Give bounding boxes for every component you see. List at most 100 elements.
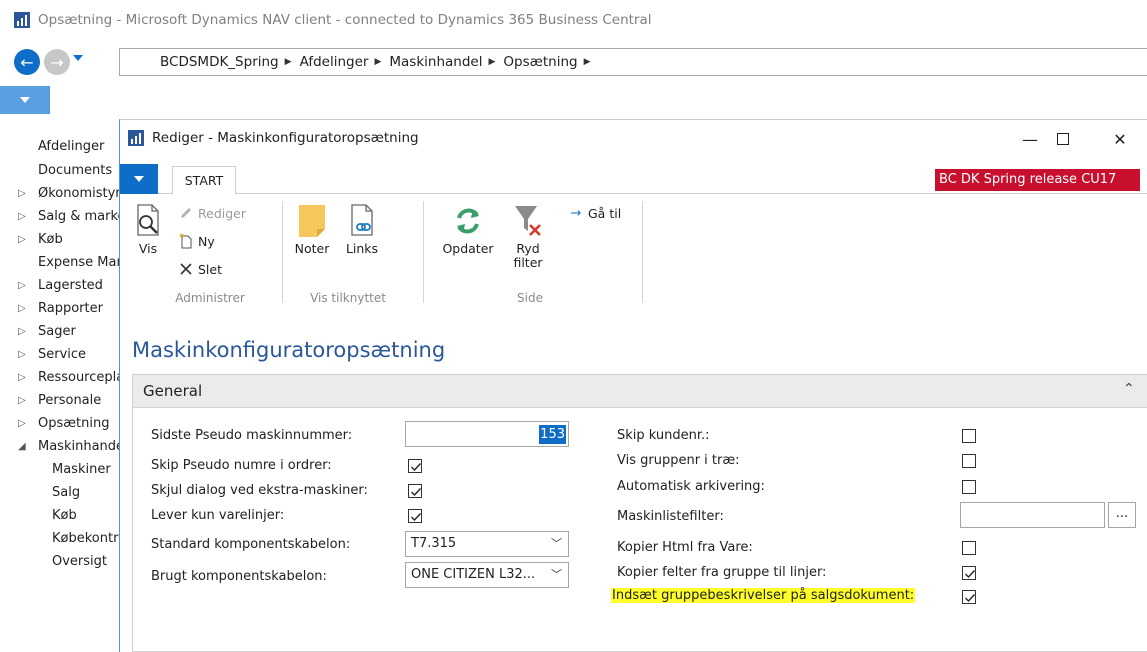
sidebar-item-personale[interactable]: ▷ Personale <box>0 390 120 412</box>
sidebar-item-label: Oversigt <box>52 554 108 569</box>
sidebar-item-expense-management[interactable]: Expense Management <box>38 252 120 274</box>
breadcrumb-item[interactable]: Opsætning <box>503 54 577 70</box>
breadcrumb: BCDSMDK_Spring ▶ Afdelinger ▶ Maskinhandel… <box>119 48 1147 76</box>
expand-arrow-icon[interactable]: ▷ <box>18 298 26 320</box>
label-skjul-dialog: Skjul dialog ved ekstra-maskiner: <box>151 483 368 498</box>
vis-gruppenr-checkbox[interactable] <box>962 454 976 468</box>
breadcrumb-separator-icon[interactable]: ▶ <box>488 57 495 67</box>
sidste-pseudo-input[interactable]: 153 <box>405 421 569 447</box>
expand-arrow-icon[interactable]: ▷ <box>18 390 26 412</box>
sidebar-item-kob[interactable]: ▷ Køb <box>0 229 120 251</box>
close-button[interactable]: ✕ <box>1105 126 1135 152</box>
expand-arrow-icon[interactable]: ▷ <box>18 183 26 205</box>
sidebar-item-sager[interactable]: ▷ Sager <box>0 321 120 343</box>
ryd-filter-label: filter <box>513 255 543 270</box>
refresh-icon <box>457 208 479 234</box>
label-standard-komp: Standard komponentskabelon: <box>151 537 351 552</box>
maskinliste-lookup-button[interactable]: ... <box>1108 502 1136 528</box>
sidebar-item-maskinhandel[interactable]: ◢ Maskinhandel <box>0 436 120 458</box>
application-menu-button[interactable] <box>0 86 50 114</box>
checkmark-icon <box>411 463 422 472</box>
ribbon-menu-button[interactable] <box>120 164 158 194</box>
link-document-icon <box>351 204 373 236</box>
gaa-til-button[interactable]: → Gå til <box>568 205 622 221</box>
minimize-button[interactable]: — <box>1015 126 1045 152</box>
skjul-dialog-checkbox[interactable] <box>408 484 422 498</box>
sidebar-item-label: Salg <box>52 485 81 500</box>
back-button[interactable]: ← <box>14 49 40 75</box>
indsaet-checkbox[interactable] <box>962 590 976 604</box>
sidebar-item-maskiner[interactable]: Maskiner <box>52 459 111 481</box>
arrow-right-icon: → <box>50 52 64 72</box>
sidebar-item-salg-marketing[interactable]: ▷ Salg & marketing <box>0 206 120 228</box>
skip-kundenr-checkbox[interactable] <box>962 429 976 443</box>
outer-titlebar: Opsætning - Microsoft Dynamics NAV clien… <box>0 0 1147 40</box>
expand-arrow-icon[interactable]: ▷ <box>18 321 26 343</box>
delete-x-icon <box>178 261 194 277</box>
breadcrumb-separator-icon[interactable]: ▶ <box>374 57 381 67</box>
brugt-komp-select[interactable]: ONE CITIZEN L32... ﹀ <box>405 562 569 588</box>
sidebar-item-okonomistyring[interactable]: ▷ Økonomistyring <box>0 183 120 205</box>
sidebar-item-opsaetning[interactable]: ▷ Opsætning <box>0 413 120 435</box>
ribbon-group-separator <box>423 201 424 303</box>
opdater-button[interactable]: Opdater <box>438 203 498 256</box>
minimize-icon: — <box>1022 129 1038 149</box>
ryd-filter-button[interactable]: Ryd filter <box>506 203 550 270</box>
breadcrumb-separator-icon[interactable]: ▶ <box>285 57 292 67</box>
sidebar-item-oversigt[interactable]: Oversigt <box>52 551 107 573</box>
gaa-til-label: Gå til <box>588 205 622 221</box>
ny-button[interactable]: Ny <box>178 233 215 249</box>
history-dropdown-icon[interactable] <box>73 55 83 61</box>
navigation-pane: Afdelinger Documents ▷ Økonomistyring ▷ … <box>0 130 120 652</box>
chevron-down-icon: ﹀ <box>551 568 562 581</box>
group-label-vis-tilknyttet: Vis tilknyttet <box>310 291 386 305</box>
maximize-button[interactable] <box>1048 126 1078 152</box>
rediger-button[interactable]: Rediger <box>178 205 246 221</box>
tab-start[interactable]: START <box>172 166 236 195</box>
sidebar-item-salg[interactable]: Salg <box>52 482 80 504</box>
lever-kun-checkbox[interactable] <box>408 509 422 523</box>
expand-arrow-icon[interactable]: ▷ <box>18 275 26 297</box>
expand-arrow-icon[interactable]: ▷ <box>18 367 26 389</box>
sidebar-item-kobekontrakter[interactable]: Købekontrakter <box>52 528 120 550</box>
expand-arrow-icon[interactable]: ▷ <box>18 229 26 251</box>
sidebar-item-kob-sub[interactable]: Køb <box>52 505 77 527</box>
breadcrumb-item[interactable]: Maskinhandel <box>389 54 482 70</box>
expand-arrow-icon[interactable]: ▷ <box>18 206 26 228</box>
fasttab-header[interactable]: General ⌃ <box>133 375 1147 408</box>
sidebar-item-documents[interactable]: Documents <box>38 160 112 182</box>
breadcrumb-item[interactable]: Afdelinger <box>300 54 369 70</box>
sidebar-item-afdelinger[interactable]: Afdelinger <box>38 136 104 158</box>
expand-arrow-icon[interactable]: ▷ <box>18 413 26 435</box>
noter-button[interactable]: Noter <box>290 203 334 256</box>
sidebar-item-rapporter[interactable]: ▷ Rapporter <box>0 298 120 320</box>
breadcrumb-separator-icon[interactable]: ▶ <box>584 57 591 67</box>
collapse-arrow-icon[interactable]: ◢ <box>18 436 26 458</box>
label-lever-kun: Lever kun varelinjer: <box>151 508 285 523</box>
pencil-icon <box>178 205 194 221</box>
rediger-label: Rediger <box>198 205 246 221</box>
arrow-left-icon: ← <box>20 52 34 72</box>
standard-komp-select[interactable]: T7.315 ﹀ <box>405 531 569 557</box>
dynamics-nav-icon <box>14 12 30 28</box>
sidebar-item-ressourceplanlaegning[interactable]: ▷ Ressourceplanlægning <box>0 367 120 389</box>
maskinliste-input[interactable] <box>960 502 1105 528</box>
chevron-up-icon[interactable]: ⌃ <box>1123 381 1135 397</box>
sidebar-item-service[interactable]: ▷ Service <box>0 344 120 366</box>
kopier-html-checkbox[interactable] <box>962 541 976 555</box>
standard-komp-value: T7.315 <box>411 536 457 551</box>
skip-pseudo-checkbox[interactable] <box>408 459 422 473</box>
auto-arkiv-checkbox[interactable] <box>962 480 976 494</box>
dialog-title: Rediger - Maskinkonfiguratoropsætning <box>152 130 419 146</box>
links-button[interactable]: Links <box>342 203 382 256</box>
sidebar-item-lagersted[interactable]: ▷ Lagersted <box>0 275 120 297</box>
breadcrumb-item[interactable]: BCDSMDK_Spring <box>160 54 279 70</box>
vis-button[interactable]: Vis <box>132 203 164 256</box>
ny-label: Ny <box>198 233 215 249</box>
label-kopier-html: Kopier Html fra Vare: <box>617 540 753 555</box>
expand-arrow-icon[interactable]: ▷ <box>18 344 26 366</box>
forward-button[interactable]: → <box>44 49 70 75</box>
sidebar-item-label: Salg & marketing <box>38 209 120 224</box>
kopier-felter-checkbox[interactable] <box>962 566 976 580</box>
slet-button[interactable]: Slet <box>178 261 222 277</box>
